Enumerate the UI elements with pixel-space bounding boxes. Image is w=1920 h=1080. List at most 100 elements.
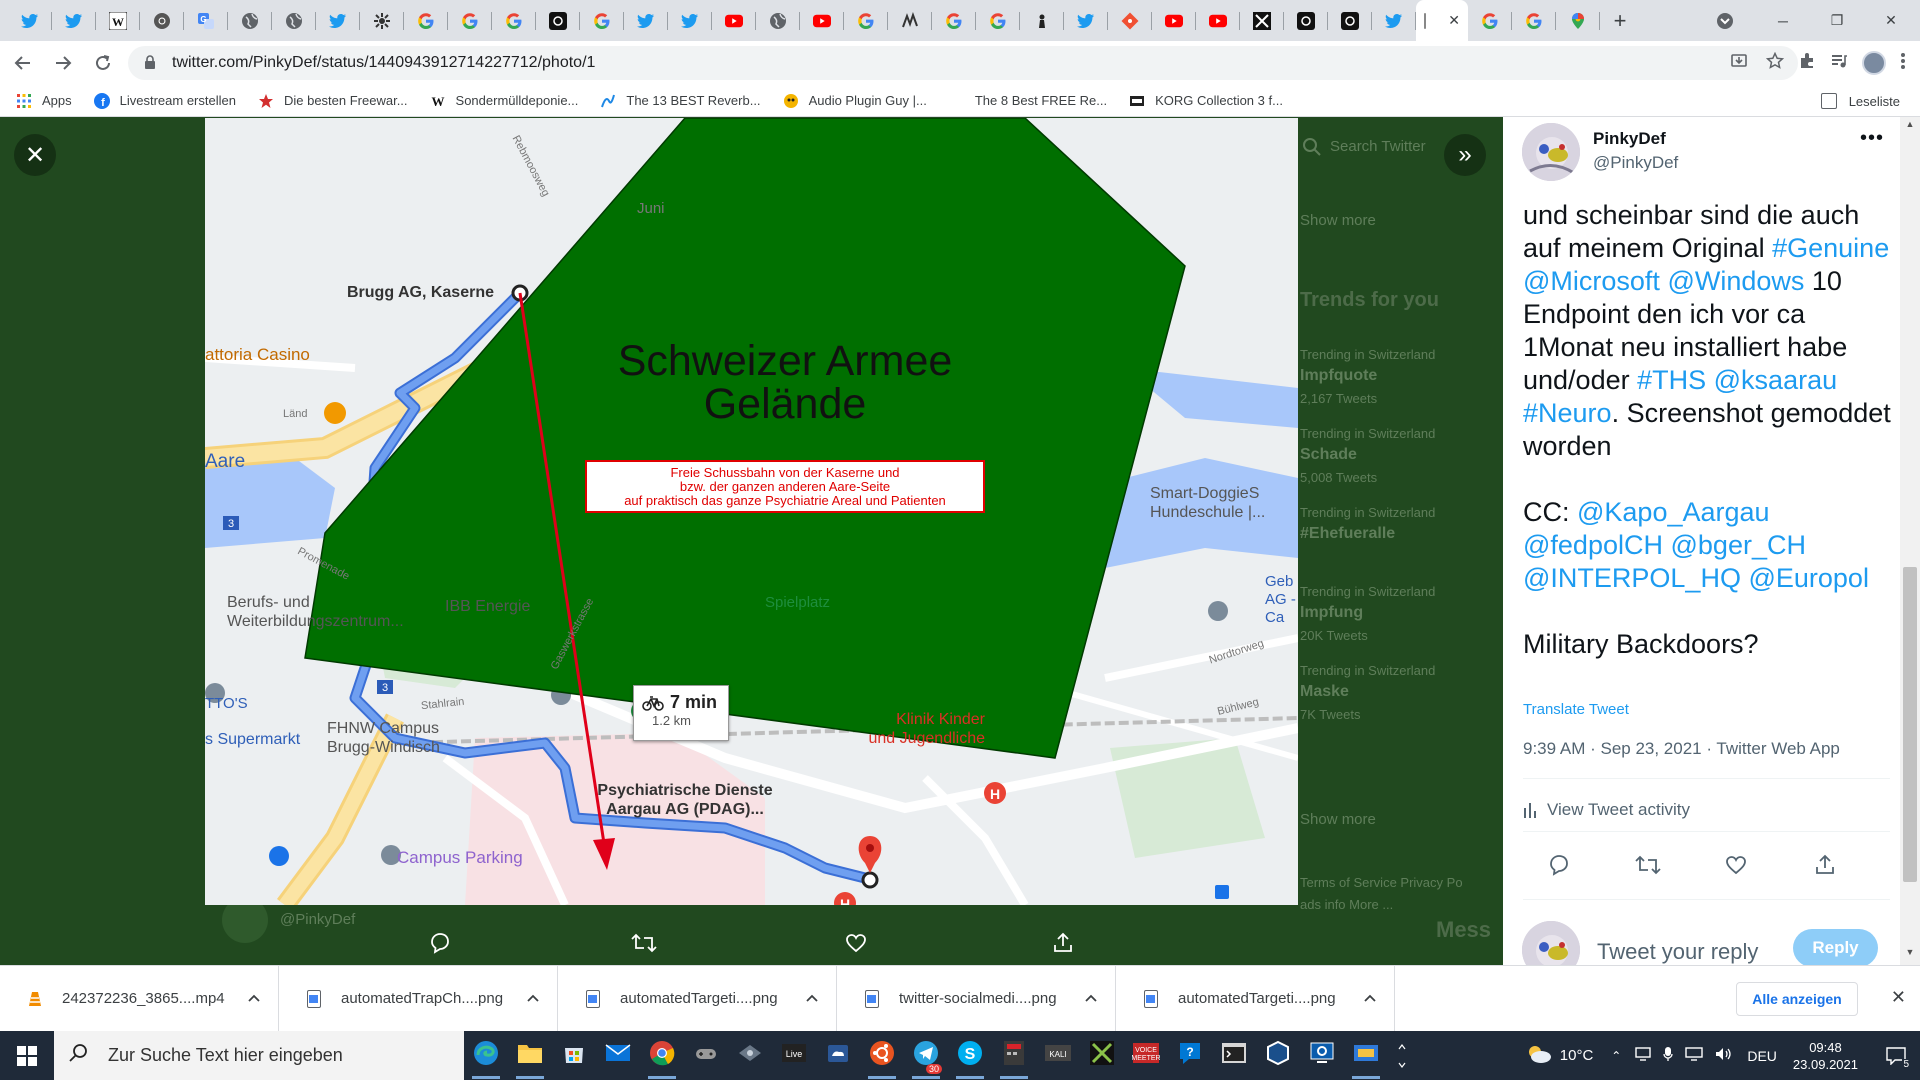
chevron-up-icon[interactable]: [1085, 990, 1097, 1005]
tab-twitter[interactable]: [624, 0, 668, 41]
author-name[interactable]: PinkyDef: [1593, 129, 1666, 149]
bookmark-reverb[interactable]: The 13 BEST Reverb...: [600, 93, 761, 109]
author-avatar[interactable]: [1522, 123, 1580, 181]
collapse-sidebar-button[interactable]: »: [1444, 134, 1486, 176]
bookmark-livestream[interactable]: f Livestream erstellen: [93, 92, 236, 109]
close-downloads-button[interactable]: ✕: [1891, 987, 1906, 1008]
taskbar-calculator[interactable]: [992, 1031, 1036, 1080]
tab-pawn[interactable]: [1020, 0, 1064, 41]
display-icon[interactable]: [1685, 1047, 1704, 1064]
tab-youtube[interactable]: [1196, 0, 1240, 41]
weather-temp[interactable]: 10°C: [1560, 1047, 1594, 1064]
reading-list-button[interactable]: Leseliste: [1820, 85, 1900, 117]
scrollbar[interactable]: ▲ ▼: [1900, 117, 1920, 965]
volume-icon[interactable]: [1715, 1047, 1733, 1064]
taskbar-kali[interactable]: KALI: [1036, 1031, 1080, 1080]
tab-dark[interactable]: [1284, 0, 1328, 41]
profile-dropdown-icon[interactable]: [1702, 0, 1748, 41]
taskbar-store[interactable]: [552, 1031, 596, 1080]
tweet-link[interactable]: @Microsoft: [1523, 266, 1660, 296]
tab-maps[interactable]: [1556, 0, 1600, 41]
share-button[interactable]: [1805, 845, 1845, 885]
tab-google[interactable]: [976, 0, 1020, 41]
tweet-link[interactable]: @bger_CH: [1671, 530, 1806, 560]
media-controls-icon[interactable]: [1830, 52, 1848, 75]
tray-chevron-icon[interactable]: ⌃: [1611, 1049, 1621, 1063]
taskbar-chrome[interactable]: [640, 1031, 684, 1080]
taskbar-x-app[interactable]: [1080, 1031, 1124, 1080]
notification-center-button[interactable]: 5: [1872, 1031, 1920, 1080]
tab-dark[interactable]: [1328, 0, 1372, 41]
microphone-icon[interactable]: [1663, 1046, 1674, 1065]
bookmark-star-icon[interactable]: [1765, 51, 1785, 75]
tab-google[interactable]: [844, 0, 888, 41]
tab-dark[interactable]: [536, 0, 580, 41]
tab-wiki[interactable]: W: [96, 0, 140, 41]
download-item[interactable]: twitter-socialmedi....png: [837, 965, 1116, 1032]
reload-button[interactable]: [86, 46, 120, 80]
tab-git[interactable]: [1108, 0, 1152, 41]
taskbar-snip-app[interactable]: [1344, 1031, 1388, 1080]
close-tab-icon[interactable]: ✕: [1448, 12, 1460, 29]
minimize-button[interactable]: ─: [1760, 0, 1806, 41]
tab-google[interactable]: [932, 0, 976, 41]
bookmark-apps[interactable]: Apps: [16, 93, 72, 109]
bookmark-free-re[interactable]: The 8 Best FREE Re...: [949, 93, 1107, 109]
route-info-bubble[interactable]: 7 min 1.2 km: [633, 685, 729, 741]
tweet-link[interactable]: @Europol: [1748, 563, 1868, 593]
scroll-down-icon[interactable]: ▼: [1900, 947, 1920, 963]
download-item[interactable]: automatedTargeti....png: [558, 965, 837, 1032]
photo-reply-button[interactable]: [420, 923, 460, 963]
author-handle[interactable]: @PinkyDef: [1593, 153, 1678, 173]
network-icon[interactable]: [1635, 1047, 1652, 1064]
tweet-link[interactable]: #THS: [1637, 365, 1706, 395]
bookmark-sondermuell[interactable]: W Sondermülldeponie...: [430, 93, 578, 109]
download-item[interactable]: 242372236_3865....mp4: [0, 965, 279, 1032]
taskbar-skype[interactable]: S: [948, 1031, 992, 1080]
window-close-button[interactable]: ✕: [1868, 0, 1914, 41]
tab-gear[interactable]: [360, 0, 404, 41]
more-options-button[interactable]: •••: [1860, 127, 1884, 150]
reply-submit-button[interactable]: Reply: [1793, 929, 1878, 965]
taskbar-file-explorer[interactable]: [508, 1031, 552, 1080]
chevron-up-icon[interactable]: [248, 990, 260, 1005]
photo-like-button[interactable]: [836, 923, 876, 963]
tweet-timestamp[interactable]: 9:39 AM · Sep 23, 2021 · Twitter Web App: [1523, 739, 1840, 759]
tab-twitter[interactable]: [1372, 0, 1416, 41]
new-tab-button[interactable]: +: [1600, 0, 1640, 41]
tab-twitter[interactable]: [1064, 0, 1108, 41]
tab-twitter[interactable]: [52, 0, 96, 41]
tab-google[interactable]: [1468, 0, 1512, 41]
tab-google[interactable]: [448, 0, 492, 41]
scrollbar-thumb[interactable]: [1903, 567, 1917, 882]
chevron-up-icon[interactable]: [527, 990, 539, 1005]
menu-kebab-icon[interactable]: [1900, 52, 1906, 75]
download-item[interactable]: automatedTargeti....png: [1116, 965, 1395, 1032]
reply-button[interactable]: [1539, 845, 1579, 885]
tab-chrome[interactable]: [140, 0, 184, 41]
extensions-icon[interactable]: [1798, 52, 1816, 75]
tab-twitter[interactable]: [316, 0, 360, 41]
chevron-up-icon[interactable]: [806, 990, 818, 1005]
photo-retweet-button[interactable]: [624, 923, 664, 963]
tweet-link[interactable]: @Kapo_Aargau: [1577, 497, 1770, 527]
taskbar-disk-tool[interactable]: [728, 1031, 772, 1080]
bookmark-audio-plugin-guy[interactable]: Audio Plugin Guy |...: [783, 93, 927, 109]
tab-google[interactable]: [492, 0, 536, 41]
tab-youtube[interactable]: [712, 0, 756, 41]
tweet-link[interactable]: @INTERPOL_HQ: [1523, 563, 1741, 593]
translate-tweet-link[interactable]: Translate Tweet: [1523, 701, 1629, 718]
tweet-photo[interactable]: H H 5 3 3: [205, 118, 1298, 905]
scroll-up-icon[interactable]: ▲: [1900, 119, 1920, 135]
download-item[interactable]: automatedTrapCh....png: [279, 965, 558, 1032]
tweet-link[interactable]: @fedpolCH: [1523, 530, 1663, 560]
taskbar-gamepad[interactable]: [684, 1031, 728, 1080]
tweet-link[interactable]: @Windows: [1667, 266, 1804, 296]
taskbar-onedrive-folder[interactable]: [816, 1031, 860, 1080]
tab-google[interactable]: [1512, 0, 1556, 41]
like-button[interactable]: [1716, 845, 1756, 885]
tweet-link[interactable]: #Neuro: [1523, 398, 1612, 428]
taskbar-mail[interactable]: [596, 1031, 640, 1080]
taskbar-search[interactable]: Zur Suche Text hier eingeben: [54, 1031, 464, 1080]
tweet-link[interactable]: @ksaarau: [1714, 365, 1837, 395]
